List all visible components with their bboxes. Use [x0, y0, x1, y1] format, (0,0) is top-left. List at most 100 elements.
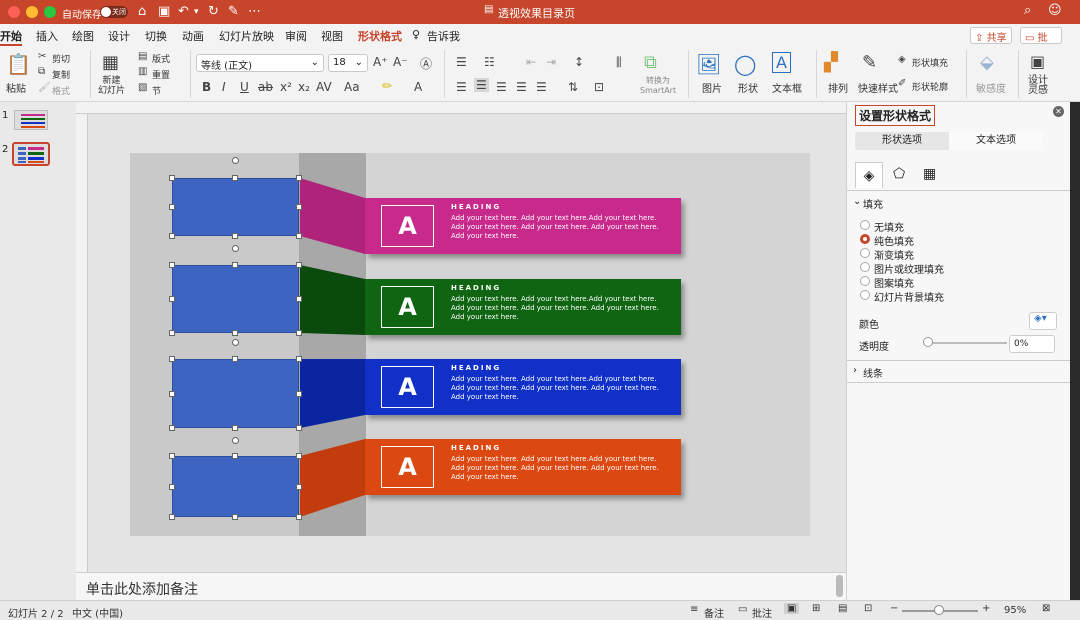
radio-solid-fill[interactable] — [860, 234, 870, 244]
effects-icon[interactable]: ⬠ — [893, 166, 905, 182]
selection-handle[interactable] — [232, 356, 238, 362]
slide-counter: 幻灯片 2 / 2 — [8, 609, 64, 620]
notes-pane[interactable]: 单击此处添加备注 — [76, 572, 846, 600]
selection-handle[interactable] — [169, 330, 175, 336]
letter-box: A — [381, 205, 434, 247]
blue-rectangle-1[interactable] — [172, 178, 299, 236]
band-text: Add your text here. Add your text here.A… — [451, 214, 659, 240]
selection-handle[interactable] — [232, 262, 238, 268]
fill-section-header[interactable]: 填充 — [863, 196, 883, 211]
selection-handle[interactable] — [296, 453, 302, 459]
comments-icon: ▭ — [738, 604, 748, 615]
radio-picture-fill[interactable] — [860, 262, 870, 272]
size-properties-icon[interactable]: ▦ — [923, 166, 936, 182]
selection-handle[interactable] — [296, 296, 302, 302]
line-section-chevron-icon[interactable]: › — [853, 365, 857, 376]
color-picker-button[interactable]: ◈▾ — [1029, 312, 1057, 330]
transparency-slider-thumb[interactable] — [923, 337, 933, 347]
format-shape-pane: 设置形状格式 ✕ 形状选项 文本选项 ◈ ⬠ ▦ ⌄ 填充 无填充 纯色填充 渐… — [846, 102, 1071, 600]
pane-tabs: 形状选项 文本选项 — [855, 132, 1043, 150]
status-bar: 幻灯片 2 / 2 中文 (中国) ≡ 备注 ▭ 批注 ▣ ⊞ ▤ ⊡ − + … — [0, 600, 1080, 620]
zoom-in-icon[interactable]: + — [982, 603, 990, 614]
transparency-input[interactable]: 0% — [1009, 335, 1055, 353]
band-text: Add your text here. Add your text here.A… — [451, 455, 659, 481]
selection-handle[interactable] — [232, 425, 238, 431]
connector-1 — [300, 178, 365, 254]
transparency-label: 透明度 — [859, 342, 889, 353]
radio-slide-bg-fill[interactable] — [860, 290, 870, 300]
selection-handle[interactable] — [296, 514, 302, 520]
color-label: 颜色 — [859, 320, 879, 331]
selection-handle[interactable] — [169, 175, 175, 181]
blue-rectangle-2[interactable] — [172, 265, 299, 333]
rotate-handle[interactable] — [232, 339, 239, 346]
selection-handle[interactable] — [296, 233, 302, 239]
content-band-1[interactable]: A HEADING Add your text here. Add your t… — [365, 198, 681, 254]
selection-handle[interactable] — [296, 330, 302, 336]
normal-view-icon[interactable]: ▣ — [784, 603, 800, 614]
fit-slide-icon[interactable]: ⊠ — [1042, 603, 1050, 614]
line-section-header[interactable]: 线条 — [863, 365, 883, 380]
pane-title: 设置形状格式 — [855, 105, 936, 126]
selection-handle[interactable] — [296, 175, 302, 181]
selection-handle[interactable] — [232, 514, 238, 520]
selection-handle[interactable] — [296, 262, 302, 268]
tab-text-options[interactable]: 文本选项 — [949, 132, 1043, 150]
connector-4 — [300, 439, 365, 517]
zoom-level[interactable]: 95% — [1004, 605, 1026, 616]
transparency-value: 0% — [1014, 339, 1029, 349]
content-band-3[interactable]: A HEADING Add your text here. Add your t… — [365, 359, 681, 415]
transparency-slider-track[interactable] — [925, 342, 1007, 344]
fill-line-icon[interactable]: ◈ — [855, 162, 883, 188]
reading-view-icon[interactable]: ▤ — [838, 603, 847, 614]
selection-handle[interactable] — [296, 425, 302, 431]
option-slide-bg-fill: 幻灯片背景填充 — [874, 293, 944, 304]
blue-rectangle-4[interactable] — [172, 456, 299, 517]
selection-handle[interactable] — [169, 425, 175, 431]
close-icon[interactable]: ✕ — [1053, 106, 1064, 117]
slide-sorter-icon[interactable]: ⊞ — [812, 603, 820, 614]
selection-handle[interactable] — [169, 356, 175, 362]
selection-handle[interactable] — [296, 484, 302, 490]
selection-handle[interactable] — [296, 204, 302, 210]
notes-scrollbar[interactable] — [836, 575, 843, 597]
content-band-2[interactable]: A HEADING Add your text here. Add your t… — [365, 279, 681, 335]
selection-handle[interactable] — [232, 453, 238, 459]
rotate-handle[interactable] — [232, 157, 239, 164]
language-indicator: 中文 (中国) — [72, 609, 123, 620]
band-heading: HEADING — [451, 203, 502, 211]
notes-button[interactable]: 备注 — [704, 605, 724, 620]
selection-handle[interactable] — [169, 262, 175, 268]
comments-status-button[interactable]: 批注 — [752, 605, 772, 620]
rotate-handle[interactable] — [232, 245, 239, 252]
blue-rectangle-3[interactable] — [172, 359, 299, 428]
selection-handle[interactable] — [169, 204, 175, 210]
selection-handle[interactable] — [296, 391, 302, 397]
selection-handle[interactable] — [169, 514, 175, 520]
rotate-handle[interactable] — [232, 437, 239, 444]
letter-box: A — [381, 446, 434, 488]
selection-handle[interactable] — [232, 330, 238, 336]
fill-section-chevron-icon[interactable]: ⌄ — [853, 196, 861, 207]
selection-handle[interactable] — [169, 484, 175, 490]
selection-handle[interactable] — [232, 175, 238, 181]
band-heading: HEADING — [451, 364, 502, 372]
option-solid-fill: 纯色填充 — [874, 237, 914, 248]
tab-shape-options[interactable]: 形状选项 — [855, 132, 949, 150]
selection-handle[interactable] — [169, 296, 175, 302]
selection-handle[interactable] — [169, 453, 175, 459]
selection-handle[interactable] — [169, 391, 175, 397]
content-band-4[interactable]: A HEADING Add your text here. Add your t… — [365, 439, 681, 495]
zoom-slider-thumb[interactable] — [934, 605, 944, 615]
radio-gradient-fill[interactable] — [860, 248, 870, 258]
selection-handle[interactable] — [232, 233, 238, 239]
selection-handle[interactable] — [169, 233, 175, 239]
notes-placeholder: 单击此处添加备注 — [86, 582, 198, 598]
letter-box: A — [381, 286, 434, 328]
zoom-out-icon[interactable]: − — [890, 603, 898, 614]
radio-no-fill[interactable] — [860, 220, 870, 230]
selection-handle[interactable] — [296, 356, 302, 362]
radio-pattern-fill[interactable] — [860, 276, 870, 286]
option-pattern-fill: 图案填充 — [874, 279, 914, 290]
slideshow-icon[interactable]: ⊡ — [864, 603, 872, 614]
